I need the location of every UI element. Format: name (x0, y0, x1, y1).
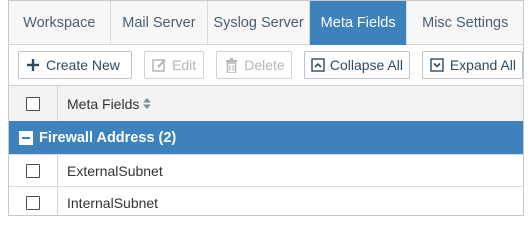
meta-field-name: ExternalSubnet (67, 162, 163, 179)
column-divider (57, 86, 58, 121)
meta-fields-column-header[interactable]: Meta Fields (57, 95, 152, 112)
row-checkbox[interactable] (26, 195, 40, 210)
edit-icon (151, 57, 167, 73)
expand-all-button[interactable]: Expand All (421, 51, 523, 79)
delete-label: Delete (244, 57, 285, 73)
expand-all-label: Expand All (449, 57, 516, 73)
meta-field-name: InternalSubnet (67, 194, 159, 211)
column-divider (57, 187, 58, 215)
edit-button[interactable]: Edit (144, 51, 205, 79)
sort-icon[interactable] (143, 98, 152, 109)
row-checkbox[interactable] (26, 163, 40, 178)
expand-icon (429, 57, 445, 73)
toolbar: Create New Edit Delete Collapse All Expa… (9, 45, 523, 85)
group-row-firewall-address[interactable]: Firewall Address (2) (9, 121, 523, 154)
table-row[interactable]: InternalSubnet (9, 186, 523, 215)
trash-icon (223, 57, 239, 73)
select-all-checkbox[interactable] (26, 96, 40, 111)
settings-tab-bar: Workspace Mail Server Syslog Server Meta… (9, 1, 523, 45)
collapse-group-icon[interactable] (19, 130, 33, 145)
tab-syslog-server[interactable]: Syslog Server (208, 1, 310, 45)
column-divider (57, 155, 58, 186)
row-checkbox-cell (9, 163, 57, 178)
group-label: Firewall Address (2) (39, 129, 177, 146)
row-checkbox-cell (9, 195, 57, 210)
collapse-all-button[interactable]: Collapse All (303, 51, 410, 79)
create-new-button[interactable]: Create New (18, 51, 133, 79)
delete-button[interactable]: Delete (216, 51, 292, 79)
select-all-cell (9, 96, 57, 111)
edit-label: Edit (172, 57, 197, 73)
collapse-icon (311, 57, 325, 73)
column-header-label: Meta Fields (67, 95, 140, 112)
tab-mail-server[interactable]: Mail Server (111, 1, 209, 45)
create-new-label: Create New (46, 57, 120, 73)
meta-fields-table: Meta Fields Firewall Address (2) Externa… (9, 85, 523, 215)
collapse-all-label: Collapse All (329, 57, 403, 73)
tab-workspace[interactable]: Workspace (9, 1, 111, 45)
plus-icon (25, 57, 41, 73)
meta-fields-panel: Workspace Mail Server Syslog Server Meta… (8, 0, 524, 216)
tab-meta-fields[interactable]: Meta Fields (309, 1, 408, 45)
table-row[interactable]: ExternalSubnet (9, 154, 523, 186)
table-header-row: Meta Fields (9, 85, 523, 121)
tab-misc-settings[interactable]: Misc Settings (407, 1, 523, 45)
